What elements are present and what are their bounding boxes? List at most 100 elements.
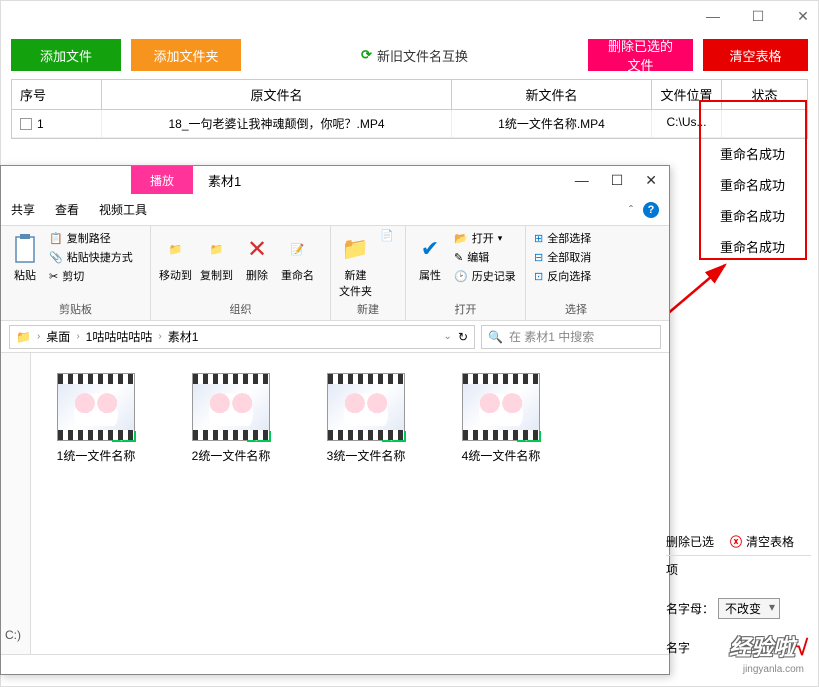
th-status[interactable]: 状态	[722, 80, 807, 109]
swap-names-button[interactable]: ⟳ 新旧文件名互换	[361, 46, 468, 65]
video-thumbnail: iQIYI	[327, 373, 405, 441]
th-seq[interactable]: 序号	[12, 80, 102, 109]
new-item-icon[interactable]: 📄	[380, 229, 394, 242]
name-word-label: 名字	[666, 639, 690, 656]
file-area: iQIYI 1统一文件名称 iQIYI 2统一文件名称 iQIYI 3统一文件名…	[1, 353, 669, 654]
clipboard-group-label: 剪贴板	[9, 299, 142, 317]
tab-share[interactable]: 共享	[11, 201, 35, 218]
row-checkbox[interactable]	[20, 118, 32, 130]
file-item[interactable]: iQIYI 4统一文件名称	[456, 373, 546, 464]
swap-icon: ⟳	[361, 47, 372, 63]
open-icon: 📂	[454, 232, 468, 245]
breadcrumb[interactable]: 📁 › 桌面 › 1咕咕咕咕咕 › 素材1 ⌄ ↻	[9, 325, 475, 349]
open-button[interactable]: 📂打开▾	[454, 229, 516, 247]
file-item[interactable]: iQIYI 3统一文件名称	[321, 373, 411, 464]
chevron-up-icon[interactable]: ˆ	[629, 203, 633, 217]
th-new[interactable]: 新文件名	[452, 80, 652, 109]
file-item[interactable]: iQIYI 2统一文件名称	[186, 373, 276, 464]
copy-path-button[interactable]: 📋复制路径	[49, 229, 133, 247]
explorer-sidebar[interactable]	[1, 353, 31, 654]
shortcut-icon: 📎	[49, 251, 63, 264]
maximize-button[interactable]: ☐	[748, 6, 768, 26]
file-name: 2统一文件名称	[192, 447, 271, 464]
tab-play[interactable]: 播放	[131, 166, 193, 194]
th-loc[interactable]: 文件位置	[652, 80, 722, 109]
letter-label: 名字母：	[666, 600, 714, 617]
delete-selected-link[interactable]: 删除已选	[666, 533, 714, 550]
explorer-menubar: 共享 查看 视频工具 ˆ ?	[1, 194, 669, 226]
close-button[interactable]: ✕	[793, 6, 813, 26]
select-all-button[interactable]: ⊞全部选择	[534, 229, 591, 247]
iqiyi-badge: iQIYI	[517, 431, 541, 442]
minimize-button[interactable]: —	[703, 6, 723, 26]
paste-shortcut-button[interactable]: 📎粘贴快捷方式	[49, 248, 133, 266]
move-to-button[interactable]: 📁移动到	[159, 229, 192, 283]
crumb-folder1[interactable]: 1咕咕咕咕咕	[86, 328, 153, 345]
chevron-down-icon[interactable]: ⌄	[444, 331, 452, 342]
drive-label[interactable]: C:)	[1, 626, 25, 644]
video-thumbnail: iQIYI	[192, 373, 270, 441]
letter-select[interactable]: 不改变	[718, 598, 780, 619]
exp-maximize-button[interactable]: ☐	[611, 172, 624, 189]
option-label: 项	[666, 561, 678, 578]
main-titlebar: — ☐ ✕	[1, 1, 818, 31]
properties-button[interactable]: ✔属性	[414, 229, 446, 283]
check-icon: √	[795, 635, 807, 660]
deselect-all-button[interactable]: ⊟全部取消	[534, 248, 591, 266]
search-placeholder: 在 素材1 中搜索	[509, 328, 594, 345]
edit-button[interactable]: ✎编辑	[454, 248, 516, 266]
deselect-icon: ⊟	[534, 251, 543, 264]
search-input[interactable]: 🔍 在 素材1 中搜索	[481, 325, 661, 349]
table-header: 序号 原文件名 新文件名 文件位置 状态	[12, 80, 807, 110]
crumb-desktop[interactable]: 桌面	[46, 328, 70, 345]
file-name: 3统一文件名称	[327, 447, 406, 464]
delete-button[interactable]: ✕删除	[241, 229, 273, 283]
status-item: 重命名成功	[705, 138, 800, 169]
address-bar: 📁 › 桌面 › 1咕咕咕咕咕 › 素材1 ⌄ ↻ 🔍 在 素材1 中搜索	[1, 321, 669, 353]
exp-minimize-button[interactable]: —	[575, 172, 589, 188]
add-folder-button[interactable]: 添加文件夹	[131, 39, 241, 71]
td-status-cell	[722, 110, 807, 137]
help-icon[interactable]: ?	[643, 202, 659, 218]
new-folder-button[interactable]: 📁新建 文件夹	[339, 229, 372, 299]
invert-icon: ⊡	[534, 270, 543, 283]
paste-button[interactable]: 粘贴	[9, 229, 41, 283]
tab-view[interactable]: 查看	[55, 201, 79, 218]
file-grid: iQIYI 1统一文件名称 iQIYI 2统一文件名称 iQIYI 3统一文件名…	[31, 353, 669, 654]
table-row[interactable]: 1 18_一句老婆让我神魂颠倒，你呢？.MP4 1统一文件名称.MP4 C:\U…	[12, 110, 807, 138]
file-item[interactable]: iQIYI 1统一文件名称	[51, 373, 141, 464]
crumb-folder2[interactable]: 素材1	[168, 328, 199, 345]
td-orig: 18_一句老婆让我神魂颠倒，你呢？.MP4	[102, 110, 452, 137]
td-new: 1统一文件名称.MP4	[452, 110, 652, 137]
clear-table-button[interactable]: 清空表格	[703, 39, 808, 71]
watermark: 经验啦√	[729, 630, 807, 662]
edit-icon: ✎	[454, 251, 463, 264]
invert-selection-button[interactable]: ⊡反向选择	[534, 267, 591, 285]
ribbon-clipboard: 粘贴 📋复制路径 📎粘贴快捷方式 ✂剪切 剪贴板	[1, 226, 151, 320]
file-table: 序号 原文件名 新文件名 文件位置 状态 1 18_一句老婆让我神魂颠倒，你呢？…	[11, 79, 808, 139]
folder-icon: 📁	[16, 330, 31, 344]
copy-to-button[interactable]: 📁复制到	[200, 229, 233, 283]
top-toolbar: 添加文件 添加文件夹 ⟳ 新旧文件名互换 删除已选的文件 清空表格	[1, 31, 818, 79]
status-bar	[1, 654, 669, 674]
cut-button[interactable]: ✂剪切	[49, 267, 133, 285]
th-orig[interactable]: 原文件名	[102, 80, 452, 109]
watermark-text: 经验啦	[729, 635, 795, 660]
history-button[interactable]: 🕑历史记录	[454, 267, 516, 285]
td-loc: C:\Us...	[652, 110, 722, 137]
tab-video-tools[interactable]: 视频工具	[99, 201, 147, 218]
scissors-icon: ✂	[49, 270, 58, 283]
clear-table-link[interactable]: 清空表格	[746, 533, 794, 550]
history-icon: 🕑	[454, 270, 468, 283]
ribbon-open: ✔属性 📂打开▾ ✎编辑 🕑历史记录 打开	[406, 226, 526, 320]
add-file-button[interactable]: 添加文件	[11, 39, 121, 71]
status-list: 重命名成功 重命名成功 重命名成功 重命名成功	[705, 138, 800, 262]
open-group-label: 打开	[414, 299, 517, 317]
delete-selected-button[interactable]: 删除已选的文件	[588, 39, 693, 71]
ribbon-organize: 📁移动到 📁复制到 ✕删除 📝重命名 组织	[151, 226, 331, 320]
exp-close-button[interactable]: ✕	[645, 172, 657, 189]
rename-button[interactable]: 📝重命名	[281, 229, 314, 283]
ribbon: 粘贴 📋复制路径 📎粘贴快捷方式 ✂剪切 剪贴板 📁移动到 📁复制到 ✕删除 📝…	[1, 226, 669, 321]
refresh-icon[interactable]: ↻	[458, 330, 468, 344]
new-group-label: 新建	[339, 299, 397, 317]
